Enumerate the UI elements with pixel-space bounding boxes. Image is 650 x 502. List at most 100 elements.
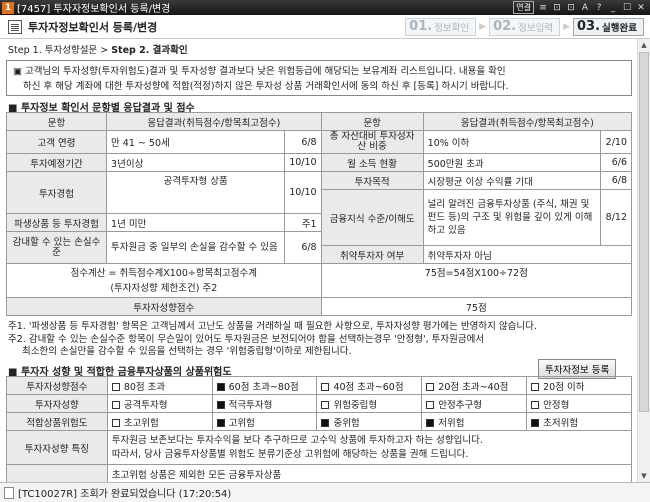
col-header-item-left: 문항 <box>5 112 108 131</box>
notice-line-1: ▣ 고객님의 투자성향(투자위험도)결과 및 투자성향 결과보다 낮은 위험등급… <box>13 66 506 77</box>
link-button[interactable]: 연결 <box>513 1 534 14</box>
page-title: 투자자정보확인서 등록/변경 <box>28 20 158 34</box>
step-3-label: 실행완료 <box>602 22 637 34</box>
breadcrumb-separator: > <box>97 45 112 56</box>
app-badge: 1 <box>2 1 14 14</box>
checkbox-type-3 <box>321 400 330 409</box>
feature-text-cell: 투자원금 보존보다는 투자수익을 보다 추구하므로 고수익 상품에 투자하고자 … <box>106 430 633 465</box>
status-icon <box>4 486 14 499</box>
checkbox-risk-5 <box>531 418 540 427</box>
checkbox-type-4 <box>426 400 435 409</box>
item-purpose: 투자목적 <box>320 171 424 190</box>
score-range-option-1-text: 80점 초과 <box>123 381 166 393</box>
step-2-number: 02. <box>493 19 517 34</box>
note-1: 주1. '파생상품 등 투자경험' 항목은 고객님께서 고난도 상품을 거래하실… <box>8 321 537 332</box>
score-asset-ratio: 2/10 <box>599 130 633 154</box>
score-knowledge: 8/12 <box>599 189 633 246</box>
item-experience: 투자경험 <box>5 171 108 214</box>
answer-knowledge: 널리 알려진 금융투자상품 (주식, 채권 및 펀드 등)의 구조 및 위험을 … <box>422 189 601 246</box>
scrollbar-thumb[interactable] <box>639 52 649 412</box>
calc-value: 75점=54점X100÷72점 <box>320 263 633 298</box>
investor-type-option-3: 위험중립형 <box>316 394 423 413</box>
feature-label: 투자자성향 특징 <box>6 430 108 465</box>
window-titlebar: 1 [7457] 투자자정보확인서 등록/변경 연결 ≡ ⊡ ⊡ A ? _ ☐… <box>0 0 650 15</box>
minimize-button[interactable]: _ <box>608 3 618 13</box>
score-period: 10/10 <box>284 153 322 172</box>
calc-formula-cell: 점수계산 = 취득점수계X100÷항목최고점수계 (투자자성향 제한조건) 주2 <box>6 263 322 298</box>
suitable-risk-option-2-text: 고위험 <box>228 417 255 429</box>
investor-type-option-4-text: 안정추구형 <box>438 399 482 411</box>
checkbox-type-1 <box>111 400 120 409</box>
font-size-icon[interactable]: A <box>580 3 590 13</box>
suitable-risk-option-3-text: 중위험 <box>333 417 360 429</box>
window-title: [7457] 투자자정보확인서 등록/변경 <box>17 4 171 15</box>
score-purpose: 6/8 <box>599 171 633 190</box>
investor-type-option-4: 안정추구형 <box>421 394 528 413</box>
document-icon <box>8 19 22 34</box>
item-vulnerable: 취약투자자 여부 <box>320 245 424 264</box>
copy-icon[interactable]: ⊡ <box>552 3 562 13</box>
score-range-option-5-text: 20점 이하 <box>543 381 585 393</box>
feature-line-1: 투자원금 보존보다는 투자수익을 보다 추구하므로 고수익 상품에 투자하고자 … <box>111 434 483 446</box>
answer-experience: 공격투자형 상품 <box>106 171 286 214</box>
breadcrumb: Step 1. 투자성향설문 > Step 2. 결과확인 <box>8 42 188 56</box>
answer-asset-ratio: 10% 이하 <box>422 130 601 154</box>
investor-type-option-3-text: 위험중립형 <box>333 399 378 411</box>
status-text: [TC10027R] 조회가 완료되었습니다 (17:20:54) <box>18 489 232 500</box>
main-content: Step 1. 투자성향설문 > Step 2. 결과확인 ▣ 고객님의 투자성… <box>0 39 637 482</box>
step-1-label: 정보확인 <box>434 22 470 34</box>
score-range-option-5: 20점 이하 <box>526 376 632 395</box>
col-header-answer-right: 응답결과(취득점수/항목최고점수) <box>422 112 633 131</box>
risk-table: 투자자성향점수 80점 초과 60점 초과~80점 40점 초과~60점 20점… <box>6 376 633 482</box>
print-icon[interactable]: ⊡ <box>566 3 576 13</box>
item-loss-tolerance: 감내할 수 있는 손실수준 <box>5 231 108 264</box>
calc-formula: 점수계산 = 취득점수계X100÷항목최고점수계 <box>70 267 258 279</box>
scroll-up-icon[interactable]: ▲ <box>638 39 650 51</box>
answer-loss-tolerance: 투자원금 중 일부의 손실을 감수할 수 있음 <box>106 231 286 264</box>
score-income: 6/6 <box>599 153 633 172</box>
suitable-risk-option-1: 초고위험 <box>106 412 213 431</box>
maximize-button[interactable]: ☐ <box>622 3 632 13</box>
answer-income: 500만원 초과 <box>422 153 601 172</box>
suitable-risk-option-5: 초저위험 <box>526 412 632 431</box>
suitable-risk-label: 적합상품위험도 <box>6 412 108 431</box>
checkbox-type-2 <box>216 400 225 409</box>
investor-type-option-2-text: 적극투자형 <box>228 399 273 411</box>
col-header-item-right: 문항 <box>320 112 424 131</box>
chevron-right-icon: ▶ <box>563 21 570 32</box>
score-experience: 10/10 <box>284 171 322 214</box>
menu-icon[interactable]: ≡ <box>538 3 548 13</box>
note-2b: 최소한의 손실만을 감수할 수 있음을 선택하는 경우 '위험중립형'이하로 제… <box>22 346 352 357</box>
item-asset-ratio: 총 자산대비 투자성자산 비중 <box>320 130 424 154</box>
score-range-option-2: 60점 초과~80점 <box>211 376 318 395</box>
answer-period: 3년이상 <box>106 153 286 172</box>
suitable-risk-option-2: 고위험 <box>211 412 318 431</box>
note-2a: 주2. 감내할 수 있는 손실수준 항목이 무슨일이 있어도 투자원금은 보전되… <box>8 334 485 345</box>
checkbox-score-2 <box>216 382 225 391</box>
vertical-scrollbar[interactable]: ▲ ▼ <box>637 39 650 482</box>
scroll-down-icon[interactable]: ▼ <box>638 470 650 482</box>
score-derivatives: 주1 <box>284 213 322 232</box>
checkbox-score-3 <box>321 382 330 391</box>
investor-type-option-5-text: 안정형 <box>543 399 570 411</box>
checkbox-score-5 <box>531 382 540 391</box>
col-header-answer-left: 응답결과(취득점수/항목최고점수) <box>106 112 322 131</box>
answer-purpose: 시장평균 이상 수익률 기대 <box>422 171 601 190</box>
checkbox-score-1 <box>111 382 120 391</box>
step-indicator: 01. 정보확인 ▶ 02. 정보입력 ▶ 03. 실행완료 <box>405 17 650 36</box>
calc-limit: (투자자성향 제한조건) 주2 <box>110 282 218 294</box>
step-3-number: 03. <box>577 19 601 34</box>
breadcrumb-step1: Step 1. 투자성향설문 <box>8 45 98 56</box>
suitable-risk-option-4: 저위험 <box>421 412 528 431</box>
score-range-option-3: 40점 초과~60점 <box>316 376 423 395</box>
score-range-option-2-text: 60점 초과~80점 <box>228 381 299 393</box>
answer-vulnerable: 취약투자자 아님 <box>422 245 633 264</box>
chevron-right-icon: ▶ <box>479 21 487 32</box>
response-table: 문항 응답결과(취득점수/항목최고점수) 문항 응답결과(취득점수/항목최고점수… <box>5 112 633 316</box>
notice-line-2: 하신 후 해당 계좌에 대한 투자성향에 적합(적정)하지 않은 투자성 상품 … <box>23 81 509 92</box>
investor-type-option-1-text: 공격투자형 <box>123 399 168 411</box>
help-icon[interactable]: ? <box>594 3 604 13</box>
item-age: 고객 연령 <box>5 130 108 154</box>
close-button[interactable]: ✕ <box>636 3 646 13</box>
answer-age: 만 41 ~ 50세 <box>106 130 286 154</box>
